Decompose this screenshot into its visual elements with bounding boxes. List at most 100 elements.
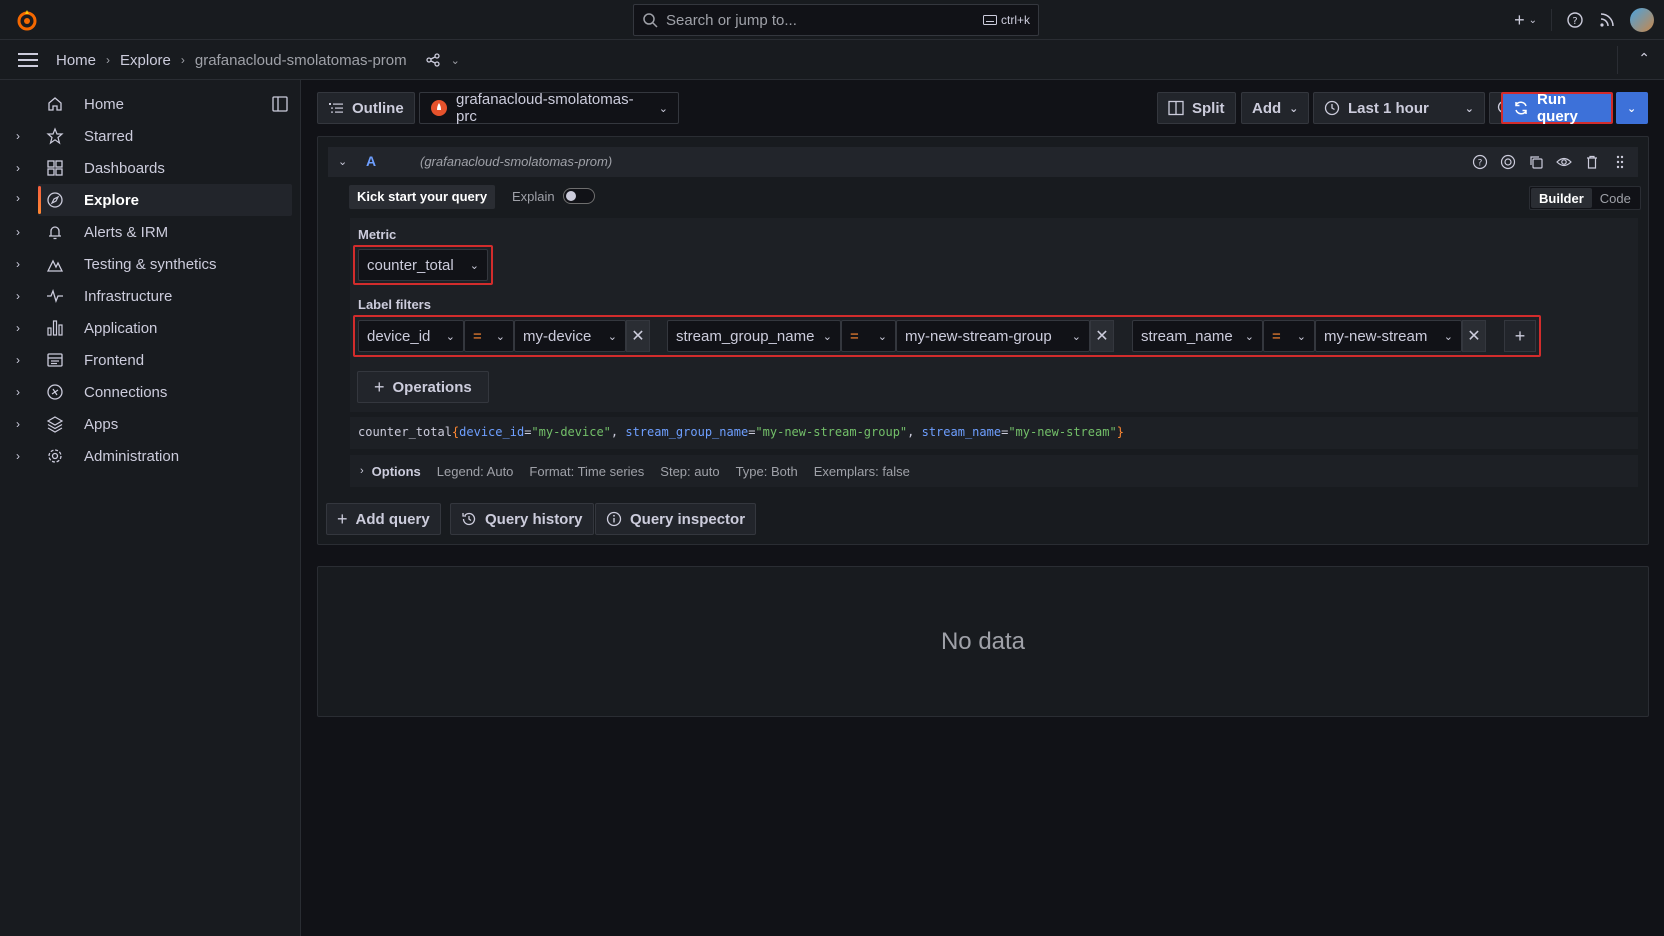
sidebar-item-administration[interactable]: › Administration <box>0 440 300 472</box>
chevron-right-icon[interactable]: › <box>16 161 26 175</box>
mode-code[interactable]: Code <box>1592 188 1639 208</box>
sidebar-item-infrastructure[interactable]: › Infrastructure <box>0 280 300 312</box>
chevron-right-icon[interactable]: › <box>16 191 20 205</box>
sidebar-item-dashboards[interactable]: › Dashboards <box>0 152 300 184</box>
sidebar-item-frontend[interactable]: › Frontend <box>0 344 300 376</box>
chevron-right-icon[interactable]: › <box>16 225 26 239</box>
outline-button[interactable]: Outline <box>317 92 415 124</box>
sidebar-item-testing[interactable]: › Testing & synthetics <box>0 248 300 280</box>
apps-icon <box>47 160 63 176</box>
operations-button[interactable]: + Operations <box>357 371 489 403</box>
eye-icon[interactable] <box>1556 154 1572 170</box>
chevron-down-icon[interactable]: ⌄ <box>338 155 347 168</box>
keyboard-icon <box>982 15 997 25</box>
filter-label-value: stream_group_name <box>676 327 815 345</box>
filter-operator-value: = <box>1272 327 1281 345</box>
user-avatar[interactable] <box>1630 8 1654 32</box>
time-range-picker[interactable]: Last 1 hour ⌄ <box>1313 92 1485 124</box>
chevron-right-icon[interactable]: › <box>16 385 26 399</box>
breadcrumb-explore[interactable]: Explore <box>120 52 171 69</box>
frontend-icon <box>47 353 63 367</box>
info-circle-icon <box>606 511 622 527</box>
svg-text:?: ? <box>1478 159 1483 169</box>
filter-label-select[interactable]: stream_group_name ⌄ <box>667 320 841 352</box>
news-rss-icon[interactable] <box>1598 11 1616 29</box>
plus-icon: + <box>374 376 385 397</box>
filter-operator-select[interactable]: = ⌄ <box>1263 320 1315 352</box>
sidebar-item-starred[interactable]: › Starred <box>0 120 300 152</box>
share-icon[interactable] <box>425 52 441 68</box>
question-circle-icon[interactable]: ? <box>1472 154 1488 170</box>
query-datasource-hint: (grafanacloud-smolatomas-prom) <box>420 154 613 169</box>
close-icon: ✕ <box>1467 328 1481 345</box>
chevron-right-icon[interactable]: › <box>16 289 26 303</box>
chevron-right-icon[interactable]: › <box>16 449 26 463</box>
kick-start-button[interactable]: Kick start your query <box>349 185 496 209</box>
copy-icon[interactable] <box>1528 154 1544 170</box>
run-query-options-button[interactable]: ⌄ <box>1616 92 1648 124</box>
remove-filter-button[interactable]: ✕ <box>1462 320 1486 352</box>
sidebar-item-connections[interactable]: › Connections <box>0 376 300 408</box>
filter-value-select[interactable]: my-new-stream-group ⌄ <box>896 320 1090 352</box>
results-panel: No data <box>317 566 1649 717</box>
explain-toggle[interactable] <box>563 188 595 204</box>
metric-select[interactable]: counter_total ⌄ <box>358 249 488 281</box>
svg-text:?: ? <box>1572 16 1577 27</box>
metric-value: counter_total <box>367 256 454 274</box>
query-options-row[interactable]: › Options Legend: Auto Format: Time seri… <box>350 455 1638 487</box>
query-inspector-button[interactable]: Query inspector <box>595 503 757 535</box>
chevron-up-icon[interactable]: ⌃ <box>1638 50 1650 67</box>
time-range-label: Last 1 hour <box>1348 99 1429 117</box>
filter-operator-select[interactable]: = ⌄ <box>841 320 896 352</box>
sidebar-item-explore[interactable]: Explore <box>38 184 292 216</box>
sidebar-item-alerts[interactable]: › Alerts & IRM <box>0 216 300 248</box>
sidebar: Home › Starred › Dashboards › Explore › … <box>0 80 301 936</box>
datasource-name: grafanacloud-smolatomas-prc <box>456 91 634 125</box>
add-query-button[interactable]: + Add query <box>326 503 441 535</box>
help-icon[interactable]: ? <box>1566 11 1584 29</box>
mode-builder[interactable]: Builder <box>1531 188 1592 208</box>
datasource-picker[interactable]: grafanacloud-smolatomas-prc ⌄ <box>419 91 679 125</box>
breadcrumb-home[interactable]: Home <box>56 52 96 69</box>
heart-rate-icon <box>46 259 64 272</box>
chevron-right-icon[interactable]: › <box>16 257 26 271</box>
trash-icon[interactable] <box>1584 154 1600 170</box>
filter-label-select[interactable]: stream_name ⌄ <box>1132 320 1263 352</box>
query-ref-id[interactable]: A <box>366 153 376 169</box>
promql-preview: counter_total{device_id="my-device", str… <box>350 417 1638 449</box>
chevron-right-icon[interactable]: › <box>16 417 26 431</box>
sidebar-item-application[interactable]: › Application <box>0 312 300 344</box>
sidebar-item-home[interactable]: Home <box>0 88 300 120</box>
drag-handle-icon[interactable] <box>1612 154 1628 170</box>
query-row-actions: ? <box>1472 154 1628 170</box>
chevron-right-icon[interactable]: › <box>16 129 26 143</box>
search-input[interactable]: Search or jump to... ctrl+k <box>633 4 1039 36</box>
remove-filter-button[interactable]: ✕ <box>1090 320 1114 352</box>
clock-icon <box>1324 100 1340 116</box>
menu-icon[interactable] <box>18 52 38 68</box>
promql-value: "my-new-stream-group" <box>755 425 908 439</box>
query-inspector-label: Query inspector <box>630 510 746 528</box>
inspect-icon[interactable] <box>1500 154 1516 170</box>
filter-value-select[interactable]: my-device ⌄ <box>514 320 626 352</box>
filter-label-value: stream_name <box>1141 327 1233 345</box>
add-button[interactable]: Add ⌄ <box>1241 92 1310 124</box>
share-chevron-down-icon[interactable]: ⌄ <box>451 54 460 67</box>
chevron-right-icon[interactable]: › <box>16 353 26 367</box>
filter-operator-select[interactable]: = ⌄ <box>464 320 514 352</box>
grafana-logo-icon[interactable] <box>15 8 39 32</box>
options-title[interactable]: Options <box>372 464 421 479</box>
add-filter-button[interactable]: + <box>1504 320 1536 352</box>
breadcrumb: Home › Explore › grafanacloud-smolatomas… <box>56 40 460 80</box>
chevron-right-icon[interactable]: › <box>16 321 26 335</box>
chevron-right-icon[interactable]: › <box>360 465 364 477</box>
new-button[interactable]: + ⌄ <box>1514 10 1537 31</box>
sidebar-item-apps[interactable]: › Apps <box>0 408 300 440</box>
split-button[interactable]: Split <box>1157 92 1236 124</box>
filter-label-select[interactable]: device_id ⌄ <box>358 320 464 352</box>
option-exemplars: Exemplars: false <box>813 463 910 479</box>
filter-value-select[interactable]: my-new-stream ⌄ <box>1315 320 1462 352</box>
run-query-button[interactable]: Run query <box>1501 91 1613 125</box>
remove-filter-button[interactable]: ✕ <box>626 320 650 352</box>
query-history-button[interactable]: Query history <box>450 503 594 535</box>
